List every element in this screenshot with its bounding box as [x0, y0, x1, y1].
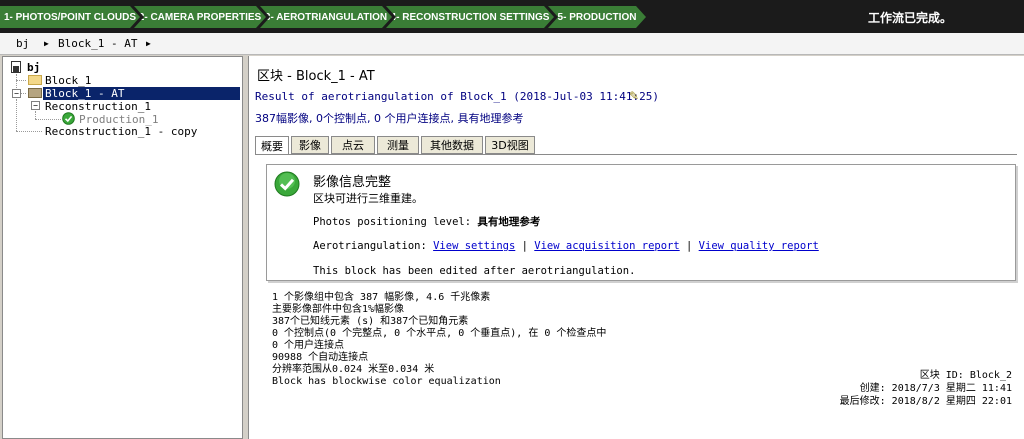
- workflow-step-reconstruction-settings[interactable]: 4- RECONSTRUCTION SETTINGS: [386, 6, 554, 28]
- workflow-step-aerotriangulation[interactable]: 3- AEROTRIANGULATION: [260, 6, 392, 28]
- collapse-icon[interactable]: −: [31, 101, 40, 110]
- chevron-right-icon[interactable]: ▶: [146, 39, 151, 48]
- tab-3d-view[interactable]: 3D视图: [485, 136, 535, 154]
- breadcrumb: bj ▶ Block_1 - AT ▶: [0, 33, 1024, 55]
- breadcrumb-item-block[interactable]: Block_1 - AT: [58, 37, 137, 50]
- folder-icon: [28, 75, 42, 85]
- block-id: 区块 ID: Block_2: [919, 370, 1012, 381]
- chevron-right-icon[interactable]: ▶: [44, 39, 49, 48]
- view-quality-report-link[interactable]: View quality report: [699, 240, 819, 252]
- modified-date: 最后修改: 2018/8/2 星期四 22:01: [839, 396, 1012, 407]
- link-separator: |: [521, 240, 528, 252]
- pencil-icon[interactable]: ✎: [629, 89, 639, 103]
- info-heading: 影像信息完整: [313, 175, 392, 190]
- tree-line: [35, 111, 36, 119]
- project-icon-mark: [13, 66, 19, 72]
- tree-line: [16, 131, 42, 132]
- stat-line: Block has blockwise color equalization: [272, 376, 501, 387]
- workflow-step-photos[interactable]: 1- PHOTOS/POINT CLOUDS: [0, 6, 140, 28]
- tree-item-reconstruction-1[interactable]: Reconstruction_1: [45, 100, 151, 113]
- workflow-status: 工作流已完成。: [867, 11, 952, 25]
- positioning-level: Photos positioning level: 具有地理参考: [313, 214, 540, 229]
- stat-line: 主要影像部件中包含1%幅影像: [272, 304, 405, 315]
- page-title: 区块 - Block_1 - AT: [257, 69, 375, 84]
- at-result-line: Result of aerotriangulation of Block_1 (…: [255, 90, 659, 103]
- stat-line: 0 个控制点(0 个完整点, 0 个水平点, 0 个垂直点), 在 0 个检查点…: [272, 328, 607, 339]
- collapse-icon[interactable]: −: [12, 89, 21, 98]
- tab-point-clouds[interactable]: 点云: [331, 136, 375, 154]
- block-statistics: 1 个影像组中包含 387 幅影像, 4.6 千兆像素 主要影像部件中包含1%幅…: [272, 292, 606, 388]
- status-info-box: 影像信息完整 区块可进行三维重建。 Photos positioning lev…: [266, 164, 1016, 281]
- stat-line: 90988 个自动连接点: [272, 352, 369, 363]
- workflow-step-camera-properties[interactable]: 2- CAMERA PROPERTIES: [134, 6, 266, 28]
- workflow-bar: 1- PHOTOS/POINT CLOUDS 2- CAMERA PROPERT…: [0, 0, 1024, 33]
- tree-item-block-1[interactable]: Block_1: [45, 74, 91, 87]
- positioning-value: 具有地理参考: [477, 216, 541, 228]
- block-metadata: 区块 ID: Block_2 创建: 2018/7/3 星期二 11:41 最后…: [840, 369, 1012, 408]
- block-details-panel: 区块 - Block_1 - AT Result of aerotriangul…: [248, 56, 1024, 439]
- tab-other-data[interactable]: 其他数据: [421, 136, 483, 154]
- tab-surveys[interactable]: 测量: [377, 136, 419, 154]
- stat-line: 387个已知线元素 (s) 和387个已知角元素: [272, 316, 469, 327]
- tree-item-root[interactable]: bj: [27, 61, 40, 74]
- stat-line: 分辨率范围从0.024 米至0.034 米: [272, 364, 435, 375]
- edited-note: This block has been edited after aerotri…: [313, 265, 636, 277]
- tree-line: [16, 80, 26, 81]
- tree-item-block-1-at[interactable]: Block_1 - AT: [43, 87, 240, 100]
- view-acquisition-report-link[interactable]: View acquisition report: [534, 240, 679, 252]
- tree-line: [16, 99, 17, 131]
- tree-item-reconstruction-1-copy[interactable]: Reconstruction_1 - copy: [45, 125, 197, 138]
- info-subheading: 区块可进行三维重建。: [313, 192, 423, 205]
- tab-underline: [255, 154, 1017, 155]
- stat-line: 0 个用户连接点: [272, 340, 345, 351]
- workflow-step-production[interactable]: 5- PRODUCTION: [548, 6, 646, 28]
- check-circle-icon: [62, 112, 75, 125]
- tree-line: [35, 119, 61, 120]
- tab-photos[interactable]: 影像: [291, 136, 329, 154]
- breadcrumb-item-root[interactable]: bj: [16, 37, 29, 50]
- tab-overview[interactable]: 概要: [255, 136, 289, 155]
- link-separator: |: [686, 240, 693, 252]
- project-tree: bj Block_1 − Block_1 - AT − Reconstructi…: [2, 56, 243, 439]
- folder-icon: [28, 88, 42, 98]
- block-summary-line: 387幅影像, 0个控制点, 0 个用户连接点, 具有地理参考: [255, 112, 524, 125]
- stat-line: 1 个影像组中包含 387 幅影像, 4.6 千兆像素: [272, 292, 491, 303]
- aerotriangulation-label: Aerotriangulation:: [313, 240, 434, 252]
- positioning-label: Photos positioning level:: [313, 216, 478, 228]
- tree-line: [21, 93, 26, 94]
- aerotriangulation-links: Aerotriangulation: View settings | View …: [313, 240, 819, 252]
- check-circle-icon: [274, 171, 300, 197]
- created-date: 创建: 2018/7/3 星期二 11:41: [859, 383, 1012, 394]
- view-settings-link[interactable]: View settings: [433, 240, 515, 252]
